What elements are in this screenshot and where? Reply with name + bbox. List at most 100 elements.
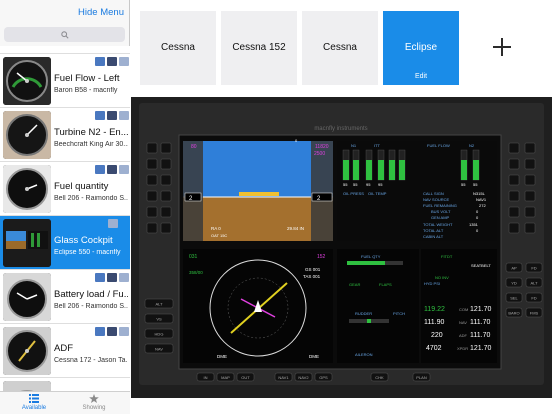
right-bezel-label: SEL <box>510 296 518 301</box>
pfd-baro: 29.84 IN <box>287 226 304 231</box>
svg-text:FUEL REMAINING: FUEL REMAINING <box>423 203 457 208</box>
right-bezel-button[interactable] <box>508 190 520 202</box>
tab-bar: Available Showing <box>0 391 130 414</box>
list-item[interactable] <box>0 46 130 54</box>
item-title: ADF <box>54 343 73 354</box>
right-bezel-label: YD <box>511 281 517 286</box>
left-bezel-button[interactable] <box>160 142 172 154</box>
engine-bar-fill <box>461 160 467 180</box>
svg-text:121.70: 121.70 <box>470 306 492 313</box>
right-bezel-button[interactable] <box>508 174 520 186</box>
left-bezel-button[interactable] <box>160 174 172 186</box>
list-item-battery-load[interactable]: Battery load / Fu... Bell 206 - Raimondo… <box>0 270 130 324</box>
panel-tile-cessna[interactable]: Cessna <box>140 11 216 85</box>
tab-available[interactable]: Available <box>10 394 58 411</box>
badge-group <box>95 57 129 66</box>
left-bezel-label: NAV <box>155 347 163 352</box>
left-bezel-button[interactable] <box>160 206 172 218</box>
svg-text:152: 152 <box>317 254 326 260</box>
right-bezel-button[interactable] <box>508 142 520 154</box>
svg-text:ADF: ADF <box>459 333 468 338</box>
list-item-glass-cockpit[interactable]: Glass Cockpit Eclipse 550 - macnfly <box>0 216 130 270</box>
list-item-adf[interactable]: ADF Cessna 172 - Jason Ta... <box>0 324 130 378</box>
left-bezel-button[interactable] <box>160 222 172 234</box>
item-title: Turbine N2 - En... <box>54 127 128 138</box>
left-bezel-button[interactable] <box>146 174 158 186</box>
gauge-thumbnail <box>3 327 51 375</box>
badge-group <box>95 327 129 336</box>
app-window: Hide Menu Fuel Flow - Left Baron B58 - m… <box>0 0 552 414</box>
right-bezel-button[interactable] <box>508 206 520 218</box>
right-bezel-label: FMS <box>530 311 539 316</box>
list-item[interactable] <box>0 378 130 392</box>
edit-button[interactable]: Edit <box>383 73 459 80</box>
svg-text:55: 55 <box>343 182 348 187</box>
left-bezel-button[interactable] <box>146 206 158 218</box>
pfd-oat: OAT 15C <box>211 233 227 238</box>
right-bezel-button[interactable] <box>524 174 536 186</box>
svg-text:COM: COM <box>459 307 468 312</box>
svg-text:CABIN ALT: CABIN ALT <box>423 234 444 239</box>
list-item-fuel-quantity[interactable]: Fuel quantity Bell 206 - Raimondo S... <box>0 162 130 216</box>
panel-tile-label: Cessna <box>323 42 357 53</box>
list-item-fuel-flow[interactable]: Fuel Flow - Left Baron B58 - macnfly <box>0 54 130 108</box>
svg-text:TOTAL ALT: TOTAL ALT <box>423 228 444 233</box>
systems-display: FUEL QTY GEAR FLAPS RUDDER PITCH AILERON <box>337 249 419 363</box>
item-title: Glass Cockpit <box>54 235 113 246</box>
panel-tile-cessna-2[interactable]: Cessna <box>302 11 378 85</box>
panel-tile-label: Cessna <box>161 42 195 53</box>
svg-text:111.70: 111.70 <box>470 319 490 326</box>
svg-text:AILERON: AILERON <box>355 352 373 357</box>
item-subtitle: Bell 206 - Raimondo S... <box>54 303 128 310</box>
left-bezel-button[interactable] <box>160 190 172 202</box>
badge-group <box>95 273 129 282</box>
primary-flight-display: 80 11820 2500 2 2 29.84 IN RA 0 OAT 15C … <box>183 138 333 241</box>
svg-text:GEN AMP: GEN AMP <box>431 215 450 220</box>
sidebar-header: Hide Menu <box>0 0 129 26</box>
right-bezel-button[interactable] <box>524 206 536 218</box>
left-bezel-label: ALT <box>155 302 163 307</box>
item-title: Fuel quantity <box>54 181 109 192</box>
svg-text:BUS VOLT: BUS VOLT <box>431 209 451 214</box>
svg-text:N315L: N315L <box>473 191 486 196</box>
right-bezel-button[interactable] <box>524 158 536 170</box>
engine-bar-fill <box>399 160 405 180</box>
right-bezel-button[interactable] <box>524 190 536 202</box>
badge-group <box>95 165 129 174</box>
svg-text:031: 031 <box>189 254 198 260</box>
hide-menu-button[interactable]: Hide Menu <box>78 7 124 18</box>
svg-text:OIL PRESS: OIL PRESS <box>343 191 364 196</box>
item-title: Fuel Flow - Left <box>54 73 120 84</box>
svg-text:DME: DME <box>309 354 319 359</box>
tab-available-label: Available <box>21 405 47 411</box>
add-panel-button[interactable] <box>491 36 513 58</box>
list-item-turbine-n2[interactable]: Turbine N2 - En... Beechcraft King Air 3… <box>0 108 130 162</box>
svg-text:NO INV: NO INV <box>435 275 449 280</box>
instrument-list[interactable]: Fuel Flow - Left Baron B58 - macnfly Tur… <box>0 46 130 392</box>
right-bezel-button[interactable] <box>508 158 520 170</box>
svg-text:GEAR: GEAR <box>349 282 360 287</box>
right-bezel-button[interactable] <box>508 222 520 234</box>
left-bezel-button[interactable] <box>146 222 158 234</box>
panel-tile-cessna-152[interactable]: Cessna 152 <box>221 11 297 85</box>
panel-tile-eclipse[interactable]: Eclipse Edit <box>383 11 459 85</box>
svg-text:358/00: 358/00 <box>189 270 203 275</box>
right-bezel-label: FD <box>531 266 536 271</box>
svg-text:FLAPS: FLAPS <box>379 282 392 287</box>
item-subtitle: Bell 206 - Raimondo S... <box>54 195 128 202</box>
right-bezel-button[interactable] <box>524 222 536 234</box>
right-bezel-button[interactable] <box>524 142 536 154</box>
left-bezel-button[interactable] <box>160 158 172 170</box>
left-bezel-button[interactable] <box>146 190 158 202</box>
svg-text:OIL TEMP: OIL TEMP <box>368 191 387 196</box>
svg-text:FUEL QTY: FUEL QTY <box>361 254 381 259</box>
item-subtitle: Baron B58 - macnfly <box>54 87 118 94</box>
left-bezel-button[interactable] <box>146 158 158 170</box>
pfd-speed-top: 80 <box>191 144 197 150</box>
tab-showing[interactable]: Showing <box>70 394 118 411</box>
brand-label: macnfly instruments <box>314 126 367 132</box>
engine-bar-fill <box>353 160 359 180</box>
svg-text:111.70: 111.70 <box>470 332 490 339</box>
search-input[interactable] <box>4 27 125 42</box>
left-bezel-button[interactable] <box>146 142 158 154</box>
